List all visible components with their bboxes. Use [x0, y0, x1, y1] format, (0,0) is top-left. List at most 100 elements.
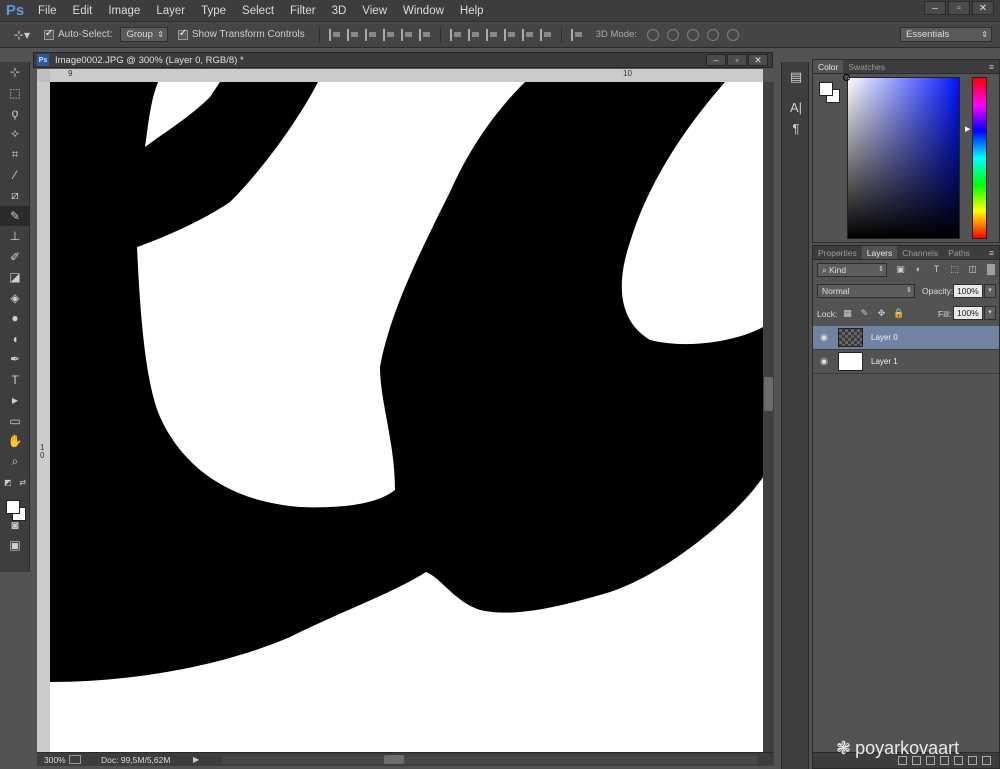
foreground-color-swatch[interactable]: [6, 500, 20, 514]
crop-tool-icon[interactable]: ⌗: [0, 144, 30, 165]
paint-bucket-icon[interactable]: ◈: [0, 288, 30, 309]
menu-filter[interactable]: Filter: [282, 0, 324, 22]
type-tool-icon[interactable]: T: [0, 370, 30, 391]
hand-tool-icon[interactable]: ✋: [0, 431, 30, 452]
default-colors-icon[interactable]: ◩ ⇄: [0, 472, 30, 493]
align-top-icon[interactable]: [328, 28, 341, 41]
document-tab[interactable]: Ps Image0002.JPG @ 300% (Layer 0, RGB/8)…: [33, 52, 773, 68]
tab-layers[interactable]: Layers: [861, 246, 898, 259]
vertical-scroll-thumb[interactable]: [764, 377, 773, 411]
menu-3d[interactable]: 3D: [324, 0, 355, 22]
vertical-ruler[interactable]: 1 0: [37, 82, 50, 752]
menu-window[interactable]: Window: [395, 0, 452, 22]
distribute-right-icon[interactable]: [539, 28, 552, 41]
filter-shape-icon[interactable]: ⬚: [949, 264, 960, 275]
panel-menu-icon[interactable]: ≡: [989, 60, 994, 74]
distribute-hcenter-icon[interactable]: [521, 28, 534, 41]
workspace-dropdown[interactable]: Essentials: [900, 27, 992, 42]
lock-all-icon[interactable]: 🔒: [893, 308, 904, 319]
maximize-icon[interactable]: ▫: [948, 1, 970, 15]
menu-edit[interactable]: Edit: [65, 0, 101, 22]
menu-type[interactable]: Type: [193, 0, 234, 22]
rectangle-tool-icon[interactable]: ▭: [0, 411, 30, 432]
distribute-bottom-icon[interactable]: [485, 28, 498, 41]
opacity-input[interactable]: 100%: [953, 284, 983, 298]
history-icon[interactable]: ▤: [782, 66, 810, 87]
minimize-icon[interactable]: –: [924, 1, 946, 15]
lasso-tool-icon[interactable]: ϙ: [0, 103, 30, 124]
horizontal-scrollbar[interactable]: [222, 755, 757, 764]
path-selection-icon[interactable]: ▸: [0, 390, 30, 411]
eyedropper-icon[interactable]: ⁄: [0, 165, 30, 186]
3d-rotate-icon[interactable]: [646, 28, 659, 41]
ruler-corner[interactable]: [37, 69, 50, 82]
filter-type-icon[interactable]: T: [931, 264, 942, 275]
3d-scale-icon[interactable]: [726, 28, 739, 41]
fill-dropdown-icon[interactable]: ▾: [984, 306, 996, 320]
move-tool-icon[interactable]: ⊹: [0, 62, 30, 83]
new-layer-icon[interactable]: [968, 756, 977, 765]
opacity-dropdown-icon[interactable]: ▾: [984, 284, 996, 298]
distribute-left-icon[interactable]: [503, 28, 516, 41]
color-picker-cursor[interactable]: [843, 74, 850, 81]
auto-select-dropdown[interactable]: Group: [120, 27, 168, 42]
horizontal-scroll-thumb[interactable]: [384, 755, 404, 764]
checkbox-icon[interactable]: [177, 28, 188, 40]
foreground-color-swatch[interactable]: [819, 82, 833, 96]
filter-adjustment-icon[interactable]: ◐: [913, 264, 924, 275]
brush-tool-icon[interactable]: ✎: [0, 205, 30, 226]
menu-help[interactable]: Help: [452, 0, 492, 22]
tab-color[interactable]: Color: [813, 60, 844, 73]
vertical-scrollbar[interactable]: [763, 82, 774, 752]
auto-select-checkbox[interactable]: Auto-Select:: [44, 28, 112, 40]
checkbox-icon[interactable]: [44, 28, 54, 40]
layer-row-layer-0[interactable]: ◉ Layer 0: [813, 326, 999, 350]
blur-tool-icon[interactable]: ●: [0, 308, 30, 329]
document-canvas[interactable]: [50, 82, 763, 752]
fill-input[interactable]: 100%: [953, 306, 983, 320]
blend-mode-dropdown[interactable]: Normal: [817, 284, 915, 298]
layer-row-layer-1[interactable]: ◉ Layer 1: [813, 350, 999, 374]
menu-select[interactable]: Select: [234, 0, 282, 22]
character-icon[interactable]: A|: [782, 97, 810, 118]
zoom-tool-icon[interactable]: ⌕: [0, 452, 30, 473]
align-hcenter-icon[interactable]: [400, 28, 413, 41]
menu-view[interactable]: View: [354, 0, 395, 22]
align-vcenter-icon[interactable]: [346, 28, 359, 41]
distribute-vcenter-icon[interactable]: [467, 28, 480, 41]
align-bottom-icon[interactable]: [364, 28, 377, 41]
lock-image-icon[interactable]: ✎: [859, 308, 870, 319]
close-icon[interactable]: ✕: [972, 1, 994, 15]
history-brush-icon[interactable]: ✐: [0, 247, 30, 268]
status-menu-arrow-icon[interactable]: ▶: [193, 755, 199, 764]
eye-icon[interactable]: ◉: [819, 332, 829, 342]
tab-swatches[interactable]: Swatches: [843, 60, 890, 73]
hue-slider[interactable]: [972, 77, 987, 239]
horizontal-ruler[interactable]: 9 10: [50, 69, 763, 82]
healing-brush-icon[interactable]: ⧄: [0, 185, 30, 206]
minimize-icon[interactable]: –: [706, 54, 726, 66]
tab-properties[interactable]: Properties: [813, 246, 862, 259]
color-picker-field[interactable]: [847, 77, 960, 239]
screen-mode-icon[interactable]: ▣: [0, 535, 30, 556]
clone-stamp-icon[interactable]: ⊥: [0, 226, 30, 247]
align-left-icon[interactable]: [382, 28, 395, 41]
menu-image[interactable]: Image: [100, 0, 148, 22]
dodge-tool-icon[interactable]: ◖: [0, 329, 30, 350]
auto-align-icon[interactable]: [570, 28, 583, 41]
menu-file[interactable]: File: [30, 0, 65, 22]
3d-slide-icon[interactable]: [706, 28, 719, 41]
3d-roll-icon[interactable]: [666, 28, 679, 41]
marquee-tool-icon[interactable]: ⬚: [0, 83, 30, 104]
distribute-top-icon[interactable]: [449, 28, 462, 41]
layer-filter-dropdown[interactable]: ⌕ Kind: [817, 263, 887, 277]
show-transform-checkbox[interactable]: Show Transform Controls: [177, 28, 305, 40]
zoom-level[interactable]: 300%: [37, 755, 69, 765]
hue-slider-marker-icon[interactable]: ▶: [965, 125, 970, 133]
delete-layer-icon[interactable]: [982, 756, 991, 765]
align-right-icon[interactable]: [418, 28, 431, 41]
3d-pan-icon[interactable]: [686, 28, 699, 41]
filter-smart-object-icon[interactable]: ◫: [967, 264, 978, 275]
filter-pixel-icon[interactable]: ▣: [895, 264, 906, 275]
lock-transparent-icon[interactable]: ▦: [842, 308, 853, 319]
